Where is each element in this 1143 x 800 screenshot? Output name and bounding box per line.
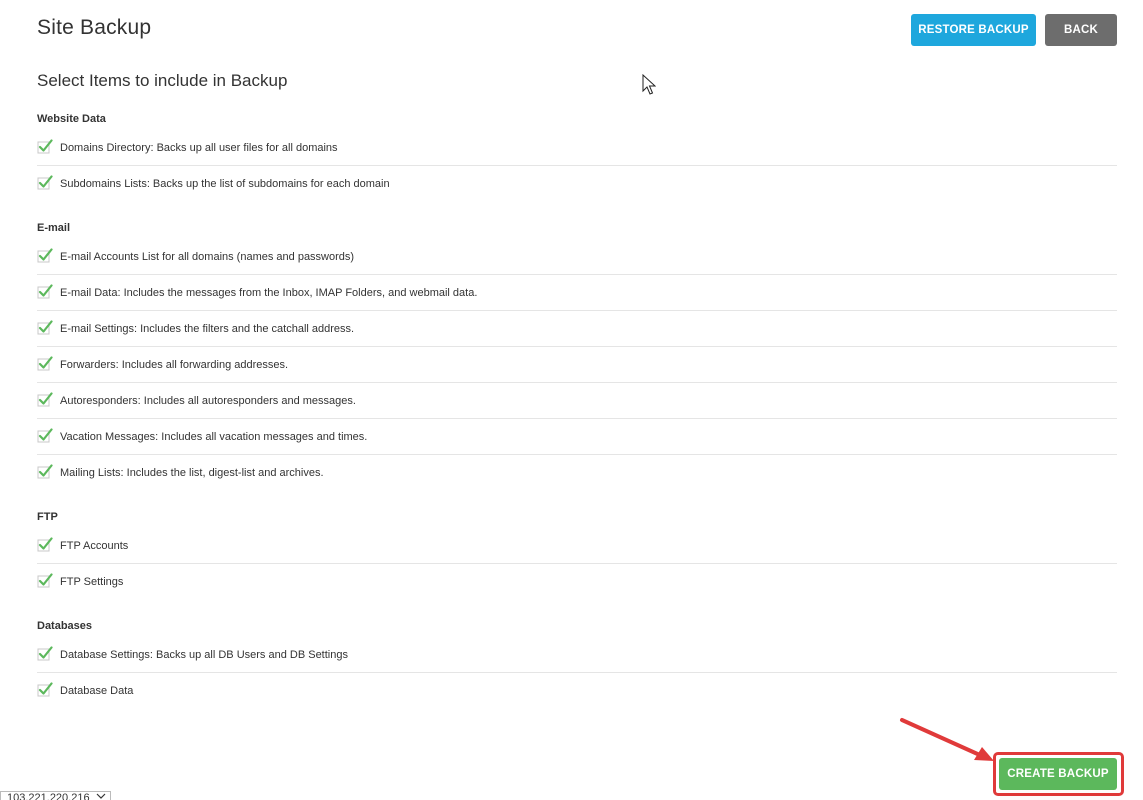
backup-option-label: Subdomains Lists: Backs up the list of s…: [60, 178, 390, 190]
ip-select[interactable]: 103.221.220.216: [0, 791, 111, 800]
group-title: FTP: [37, 511, 58, 523]
group-item-list: Domains Directory: Backs up all user fil…: [37, 130, 1117, 202]
chevron-down-icon: [96, 793, 106, 799]
backup-option-item[interactable]: Domains Directory: Backs up all user fil…: [37, 130, 1117, 166]
backup-option-label: Forwarders: Includes all forwarding addr…: [60, 358, 289, 371]
checkbox-checked-icon[interactable]: [37, 645, 53, 661]
backup-option-item[interactable]: Vacation Messages: Includes all vacation…: [37, 419, 1117, 455]
backup-option-item[interactable]: Mailing Lists: Includes the list, digest…: [37, 455, 1117, 491]
backup-option-item[interactable]: Autoresponders: Includes all autorespond…: [37, 383, 1117, 419]
create-backup-button[interactable]: CREATE BACKUP: [999, 758, 1117, 790]
site-backup-page: Site Backup RESTORE BACKUP BACK Select I…: [0, 0, 1143, 800]
group-title: Databases: [37, 620, 93, 632]
backup-option-label: Autoresponders: Includes all autorespond…: [60, 394, 356, 407]
backup-group: Databases Database Settings: Backs up all…: [37, 615, 1117, 709]
checkbox-checked-icon[interactable]: [37, 319, 53, 335]
backup-group: E-mail E-mail Accounts List for all domai…: [37, 217, 1117, 491]
group-item-list: FTP Accounts FTP Settings: [37, 528, 1117, 600]
group-title: Website Data: [37, 113, 106, 125]
backup-option-label: Database Data: [60, 685, 134, 697]
page-title: Site Backup: [37, 16, 152, 39]
checkbox-checked-icon[interactable]: [37, 283, 53, 299]
backup-group: FTP FTP Accounts FTP Settings: [37, 506, 1117, 600]
checkbox-checked-icon[interactable]: [37, 463, 53, 479]
section-heading: Select Items to include in Backup: [37, 71, 288, 90]
restore-backup-button[interactable]: RESTORE BACKUP: [911, 14, 1036, 46]
backup-option-item[interactable]: Database Data: [37, 673, 1117, 709]
backup-option-item[interactable]: FTP Accounts: [37, 528, 1117, 564]
backup-option-label: E-mail Settings: Includes the filters an…: [60, 322, 355, 335]
group-item-list: E-mail Accounts List for all domains (na…: [37, 239, 1117, 491]
back-button[interactable]: BACK: [1045, 14, 1117, 46]
backup-group: Website Data Domains Directory: Backs up …: [37, 108, 1117, 202]
checkbox-checked-icon[interactable]: [37, 247, 53, 263]
backup-option-item[interactable]: FTP Settings: [37, 564, 1117, 600]
backup-option-item[interactable]: E-mail Accounts List for all domains (na…: [37, 239, 1117, 275]
checkbox-checked-icon[interactable]: [37, 174, 53, 190]
checkbox-checked-icon[interactable]: [37, 355, 53, 371]
mouse-cursor-icon: [642, 74, 656, 95]
checkbox-checked-icon[interactable]: [37, 427, 53, 443]
backup-option-label: Domains Directory: Backs up all user fil…: [60, 141, 338, 154]
backup-item-groups: Website Data Domains Directory: Backs up …: [37, 108, 1117, 724]
group-title: E-mail: [37, 222, 71, 234]
backup-option-label: FTP Accounts: [60, 539, 129, 552]
backup-option-item[interactable]: Database Settings: Backs up all DB Users…: [37, 637, 1117, 673]
backup-option-item[interactable]: E-mail Data: Includes the messages from …: [37, 275, 1117, 311]
checkbox-checked-icon[interactable]: [37, 536, 53, 552]
backup-option-label: E-mail Data: Includes the messages from …: [60, 286, 478, 299]
checkbox-checked-icon[interactable]: [37, 572, 53, 588]
annotation-arrow-icon: [900, 718, 994, 761]
group-item-list: Database Settings: Backs up all DB Users…: [37, 637, 1117, 709]
backup-option-label: Vacation Messages: Includes all vacation…: [60, 430, 368, 443]
backup-option-label: Database Settings: Backs up all DB Users…: [60, 648, 348, 661]
backup-option-label: Mailing Lists: Includes the list, digest…: [60, 467, 324, 479]
backup-option-label: E-mail Accounts List for all domains (na…: [60, 250, 355, 263]
backup-option-item[interactable]: E-mail Settings: Includes the filters an…: [37, 311, 1117, 347]
checkbox-checked-icon[interactable]: [37, 138, 53, 154]
backup-option-label: FTP Settings: [60, 576, 124, 588]
backup-option-item[interactable]: Forwarders: Includes all forwarding addr…: [37, 347, 1117, 383]
ip-select-value: 103.221.220.216: [7, 792, 90, 800]
checkbox-checked-icon[interactable]: [37, 681, 53, 697]
backup-option-item[interactable]: Subdomains Lists: Backs up the list of s…: [37, 166, 1117, 202]
checkbox-checked-icon[interactable]: [37, 391, 53, 407]
